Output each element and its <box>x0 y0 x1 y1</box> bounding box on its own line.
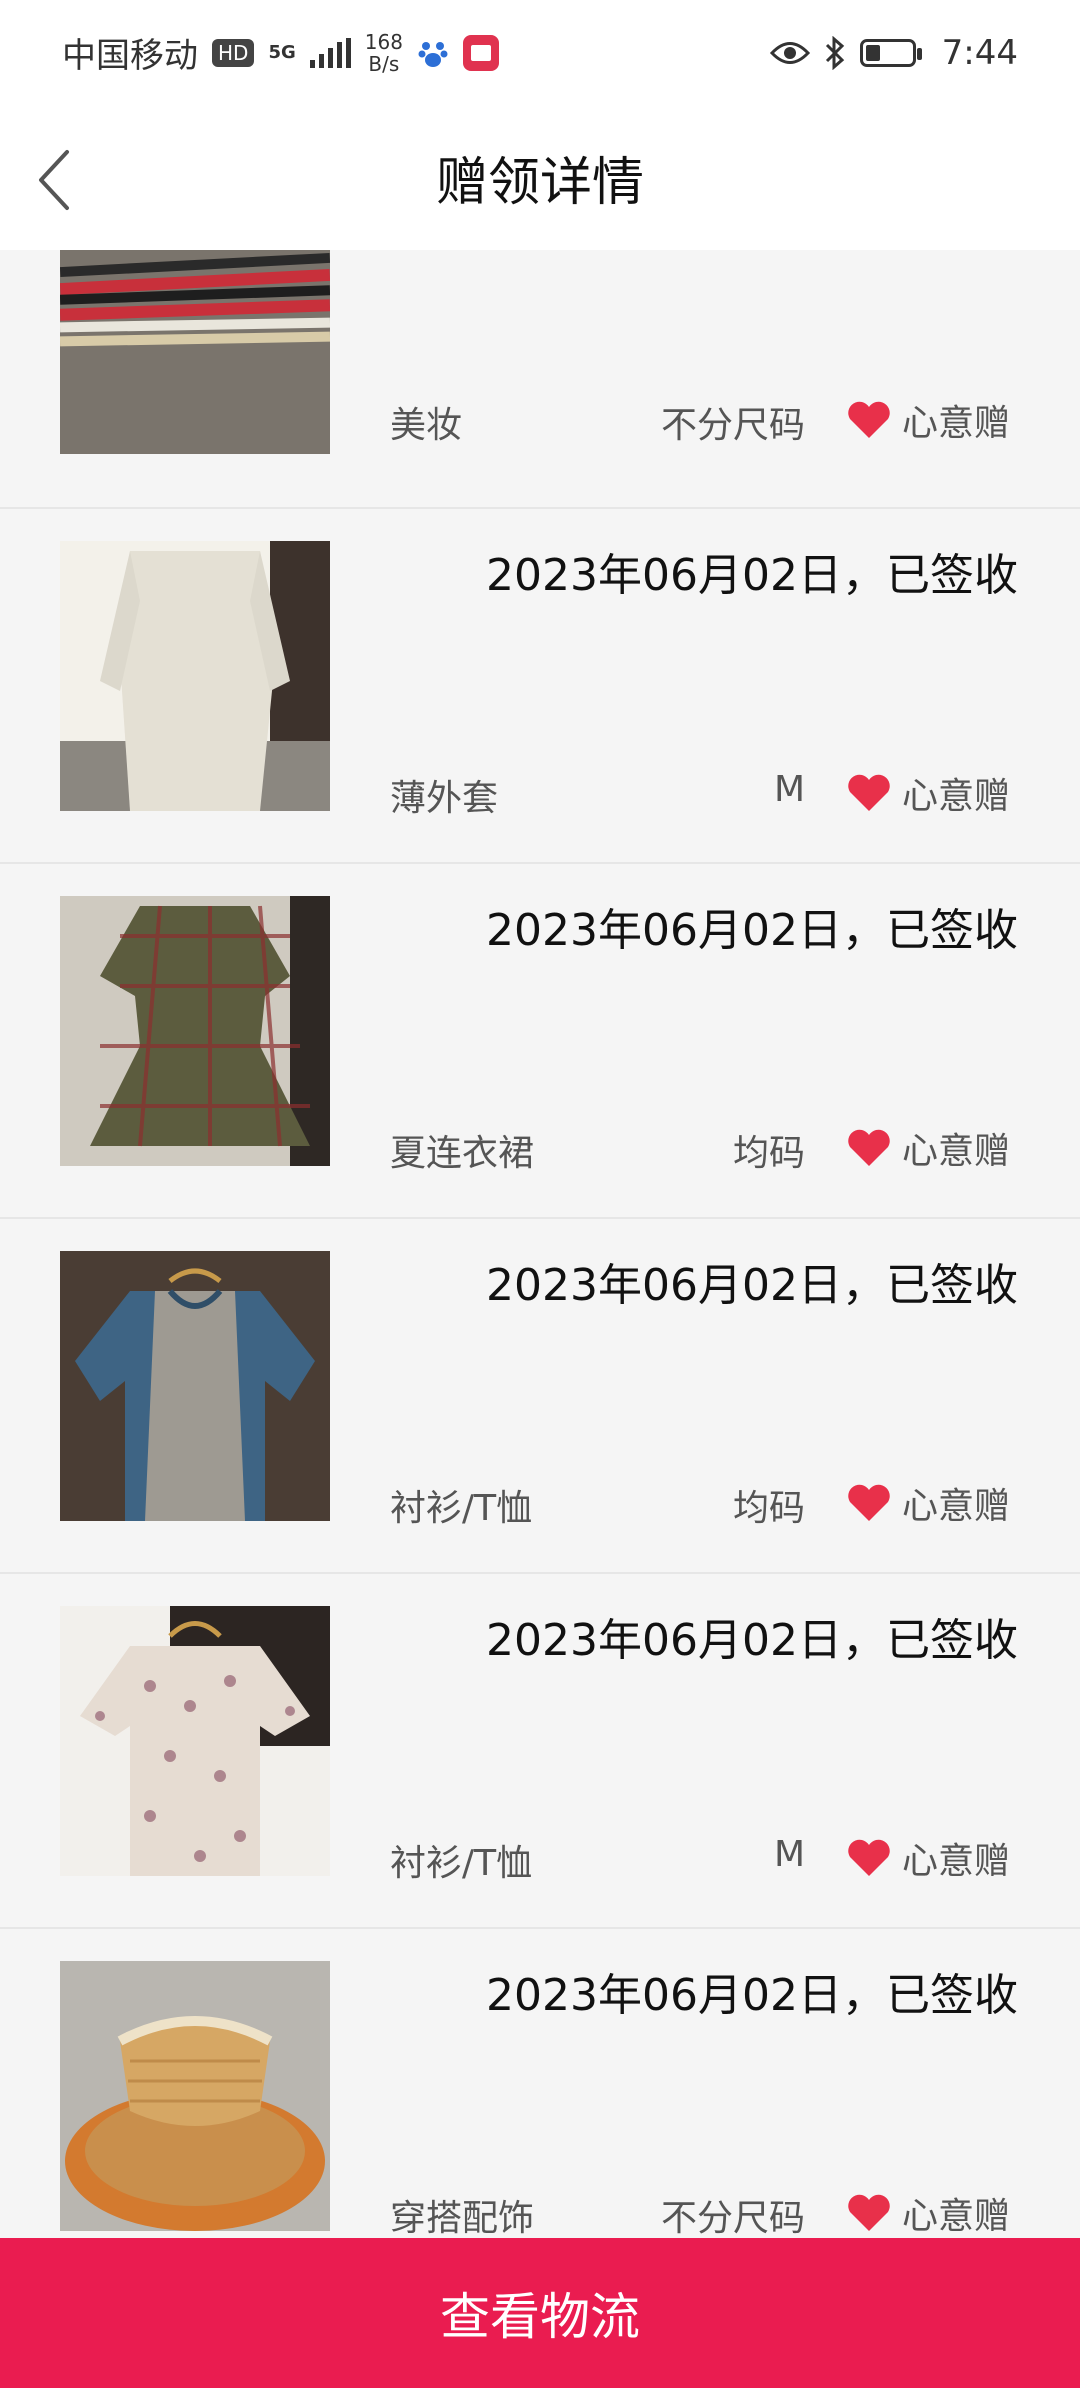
signal-icon <box>309 37 351 68</box>
network-label: 5G <box>268 42 296 63</box>
back-arrow-icon <box>39 150 69 210</box>
paw-icon <box>418 41 448 67</box>
item-category: 薄外套 <box>390 778 499 819</box>
item-size: 不分尺码 <box>660 2198 805 2239</box>
list-item[interactable]: 2023年06月02日，已签收 衬衫/T恤 均码 心意赠 <box>0 1219 1080 1574</box>
item-date-status: 2023年06月02日，已签收 <box>486 905 1018 956</box>
gift-tag: 心意赠 <box>846 1122 1010 1174</box>
net-speed-unit: B/s <box>368 51 400 76</box>
view-logistics-button[interactable]: 查看物流 <box>0 2238 1080 2388</box>
nav-bar: 赠领详情 <box>0 105 1080 250</box>
item-category: 衬衫/T恤 <box>390 1488 533 1529</box>
gift-label: 心意赠 <box>901 776 1010 817</box>
gift-label: 心意赠 <box>901 1841 1010 1882</box>
heart-icon <box>848 1129 890 1166</box>
page-title: 赠领详情 <box>435 153 644 213</box>
gift-label: 心意赠 <box>901 1131 1010 1172</box>
gift-label: 心意赠 <box>901 403 1010 444</box>
battery-icon <box>859 38 922 67</box>
hd-badge: HD <box>212 38 255 67</box>
item-size: M <box>773 769 805 810</box>
item-date-status: 2023年06月02日，已签收 <box>486 1260 1018 1311</box>
status-right: 7:44 <box>769 32 1018 73</box>
list-item[interactable]: 2023年06月02日，已签收 衬衫/T恤 M 心意赠 <box>0 1574 1080 1929</box>
gift-tag: 心意赠 <box>846 394 1010 446</box>
item-category: 美妆 <box>390 405 463 446</box>
item-size: 不分尺码 <box>660 405 805 446</box>
bluetooth-icon <box>825 35 844 70</box>
list-item[interactable]: 美妆 不分尺码 心意赠 <box>0 250 1080 509</box>
heart-icon <box>848 2194 890 2231</box>
item-image <box>60 1251 330 1521</box>
item-size: 均码 <box>732 1488 805 1529</box>
gift-label: 心意赠 <box>901 1486 1010 1527</box>
list-item[interactable]: 2023年06月02日，已签收 穿搭配饰 不分尺码 心意赠 <box>0 1929 1080 2284</box>
item-date-status: 2023年06月02日，已签收 <box>486 1615 1018 1666</box>
item-image <box>60 1961 330 2231</box>
heart-icon <box>848 1484 890 1521</box>
item-date-status: 2023年06月02日，已签收 <box>486 550 1018 601</box>
net-speed-value: 168 <box>364 29 403 54</box>
gift-tag: 心意赠 <box>846 1477 1010 1529</box>
back-button[interactable] <box>20 145 90 215</box>
heart-icon <box>848 1839 890 1876</box>
net-speed: 168 B/s <box>365 31 403 75</box>
item-image <box>60 250 330 454</box>
status-bar: 中国移动 HD 5G 168 B/s 7:44 <box>0 0 1080 105</box>
item-image <box>60 541 330 811</box>
gift-tag: 心意赠 <box>846 1832 1010 1884</box>
heart-icon <box>848 401 890 438</box>
eye-icon <box>769 41 810 64</box>
gift-tag: 心意赠 <box>846 2187 1010 2239</box>
item-category: 衬衫/T恤 <box>390 1843 533 1884</box>
gift-label: 心意赠 <box>901 2196 1010 2237</box>
item-image <box>60 896 330 1166</box>
donation-list: 美妆 不分尺码 心意赠 2023年06月02日，已签收 薄外套 M 心意赠 20… <box>0 250 1080 2284</box>
list-item[interactable]: 2023年06月02日，已签收 薄外套 M 心意赠 <box>0 509 1080 864</box>
gift-tag: 心意赠 <box>846 767 1010 819</box>
status-left: 中国移动 HD 5G 168 B/s <box>62 28 499 77</box>
list-item[interactable]: 2023年06月02日，已签收 夏连衣裙 均码 心意赠 <box>0 864 1080 1219</box>
item-image <box>60 1606 330 1876</box>
carrier-label: 中国移动 <box>62 36 198 76</box>
clock: 7:44 <box>941 32 1018 73</box>
book-app-icon <box>462 34 499 71</box>
heart-icon <box>848 774 890 811</box>
item-size: M <box>773 1834 805 1875</box>
item-category: 穿搭配饰 <box>390 2198 535 2239</box>
item-date-status: 2023年06月02日，已签收 <box>486 1970 1018 2021</box>
item-size: 均码 <box>732 1133 805 1174</box>
item-category: 夏连衣裙 <box>390 1133 535 1174</box>
